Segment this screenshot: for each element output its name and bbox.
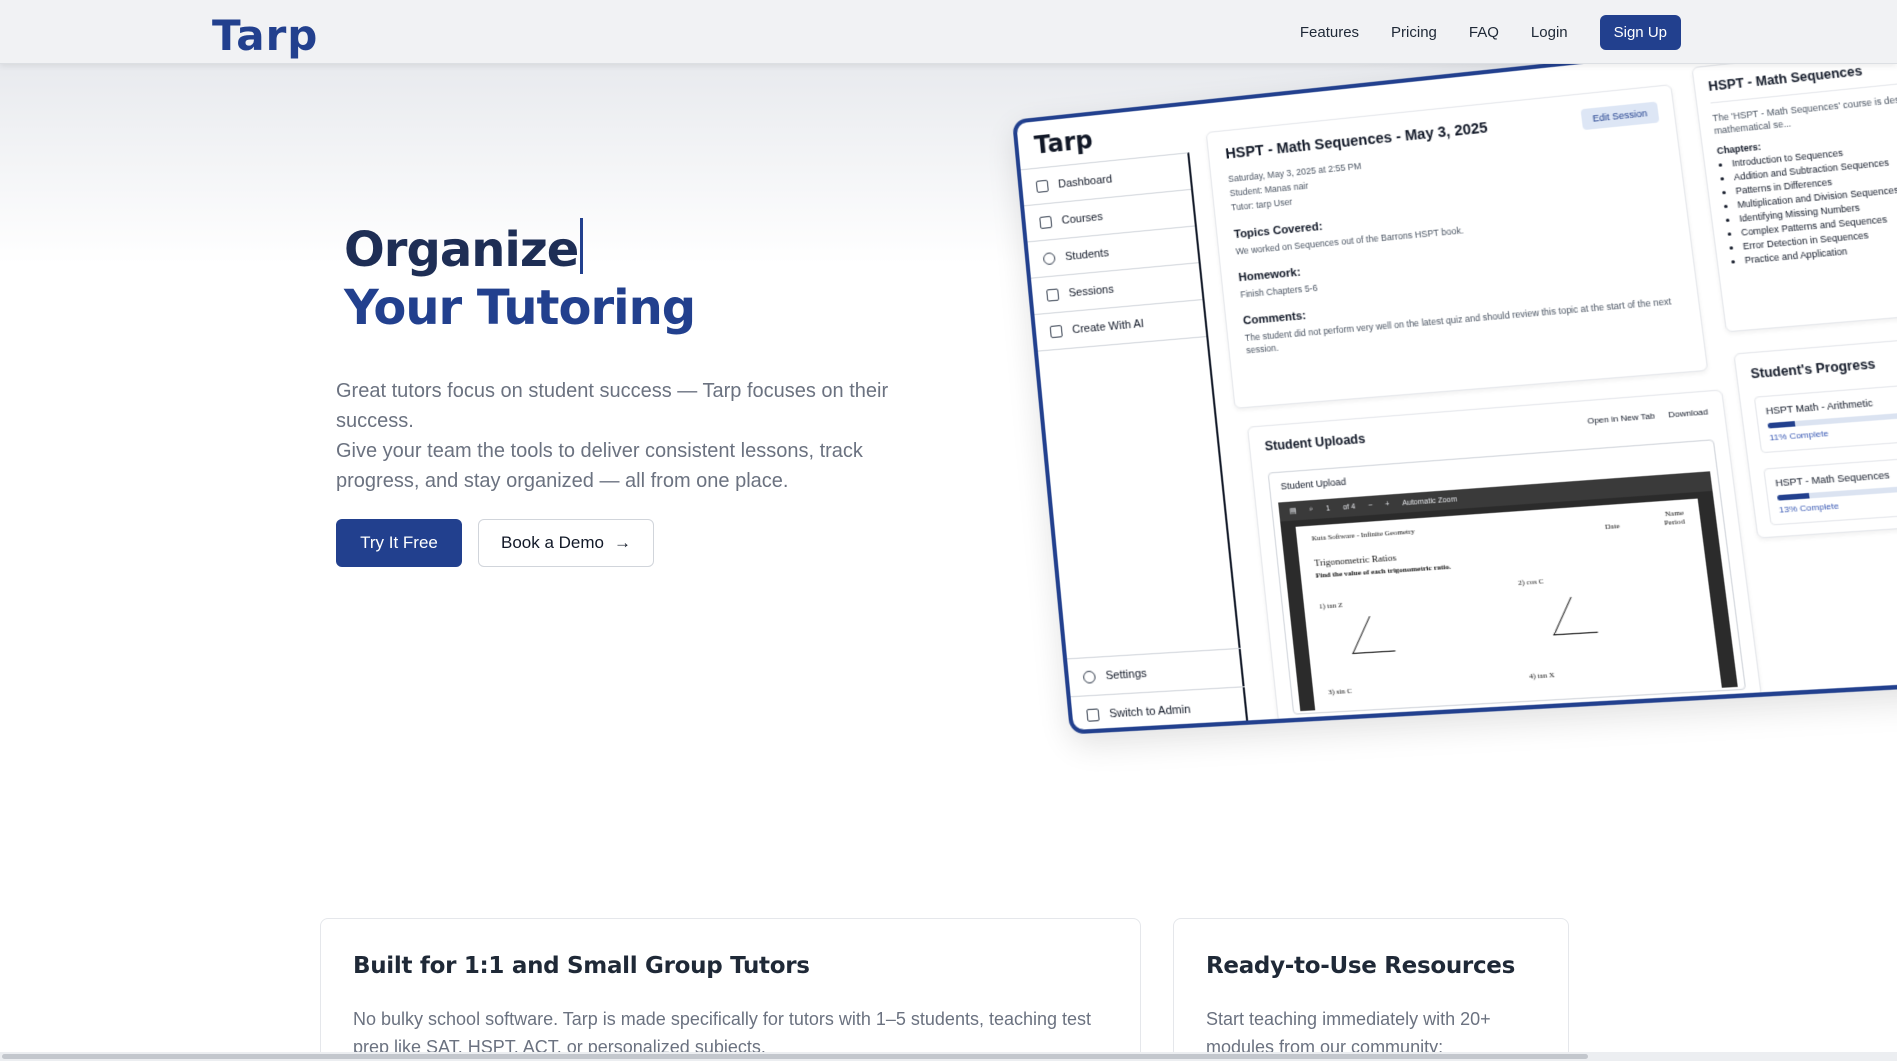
progress-course-name: HSPT Math - Arithmetic — [1765, 386, 1897, 416]
pdf-viewer: ▤ ⌕ 1 of 4 − + Automatic Zoom Kuta Softw… — [1278, 471, 1738, 711]
headline-line-2: Your Tutoring — [344, 279, 695, 337]
server-icon — [1086, 708, 1100, 721]
zoom-out-icon[interactable]: − — [1368, 502, 1373, 510]
arrow-right-icon: → — [614, 533, 631, 553]
feature-title: Built for 1:1 and Small Group Tutors — [353, 953, 1108, 979]
progress-item[interactable]: HSPT - Math Sequences 13% Complete — [1763, 449, 1897, 526]
calendar-icon — [1046, 288, 1059, 301]
app-sidebar: Dashboard Courses Students Sessions Crea… — [1021, 152, 1249, 734]
book-demo-button[interactable]: Book a Demo → — [478, 519, 654, 567]
hero-subtitle-line-2: Give your team the tools to deliver cons… — [336, 436, 936, 496]
sidebar-label: Students — [1065, 246, 1110, 262]
sidebar-label: Settings — [1105, 667, 1147, 682]
progress-item[interactable]: HSPT Math - Arithmetic 11% Complete — [1754, 376, 1897, 454]
upload-item: Student Upload ▤ ⌕ 1 of 4 − + Automatic … — [1268, 439, 1747, 715]
list-icon — [1039, 215, 1052, 228]
horizontal-scrollbar[interactable] — [0, 1052, 1897, 1061]
hero-subtitle: Great tutors focus on student success — … — [336, 376, 936, 496]
signup-button[interactable]: Sign Up — [1600, 15, 1681, 50]
app-screenshot-mockup: Tarp Dashboard Courses Students Sessions… — [1012, 4, 1897, 819]
sidebar-label: Dashboard — [1058, 173, 1113, 190]
book-demo-label: Book a Demo — [501, 533, 604, 553]
sidebar-toggle-icon[interactable]: ▤ — [1289, 507, 1297, 516]
student-uploads-card: Student Uploads Open in New Tab Download… — [1247, 389, 1762, 723]
chapter-list: Introduction to Sequences Addition and S… — [1731, 133, 1897, 268]
progress-fill — [1777, 493, 1810, 501]
session-card: HSPT - Math Sequences - May 3, 2025 Edit… — [1206, 84, 1709, 409]
feature-card-resources: Ready-to-Use Resources Start teaching im… — [1173, 918, 1569, 1061]
triangle-figure — [1352, 614, 1412, 654]
question-1: 1) tan Z — [1319, 601, 1343, 611]
sidebar-label: Switch to Admin — [1109, 703, 1191, 720]
zoom-select[interactable]: Automatic Zoom — [1402, 496, 1458, 507]
top-nav-bar: Tarp Features Pricing FAQ Login Sign Up — [0, 0, 1897, 64]
hero-subtitle-line-1: Great tutors focus on student success — … — [336, 376, 936, 436]
app-window: Tarp Dashboard Courses Students Sessions… — [1012, 9, 1897, 735]
users-icon — [1043, 252, 1056, 265]
text-caret — [580, 218, 583, 274]
pdf-page: Kuta Software - Infinite Geometry Name D… — [1296, 499, 1722, 711]
search-icon[interactable]: ⌕ — [1309, 505, 1314, 514]
triangle-figure — [1553, 594, 1615, 635]
question-4: 4) tan X — [1529, 671, 1555, 681]
page-number-input[interactable]: 1 — [1326, 505, 1331, 513]
nav-login-link[interactable]: Login — [1531, 24, 1568, 41]
progress-title: Student's Progress — [1750, 345, 1897, 382]
question-2: 2) cos C — [1518, 577, 1545, 587]
main-nav: Features Pricing FAQ Login Sign Up — [1300, 15, 1681, 50]
headline-line-1: Organize — [344, 222, 578, 278]
feature-card-tutors: Built for 1:1 and Small Group Tutors No … — [320, 918, 1141, 1061]
feature-title: Ready-to-Use Resources — [1206, 953, 1536, 979]
progress-fill — [1767, 421, 1795, 428]
nav-pricing-link[interactable]: Pricing — [1391, 24, 1437, 41]
worksheet-period-field: Period — [1664, 517, 1686, 527]
student-progress-card: Student's Progress HSPT Math - Arithmeti… — [1733, 329, 1897, 538]
progress-course-name: HSPT - Math Sequences — [1775, 460, 1897, 489]
robot-icon — [1050, 324, 1063, 337]
course-card: HSPT - Math Sequences The 'HSPT - Math S… — [1691, 37, 1897, 333]
sidebar-bottom: Settings Switch to Admin — [1067, 648, 1249, 734]
question-3: 3) sin C — [1328, 687, 1353, 697]
sidebar-label: Create With AI — [1072, 317, 1145, 336]
hero-headline: Organize Your Tutoring — [344, 218, 695, 337]
worksheet-date-field: Date — [1605, 522, 1621, 532]
scrollbar-thumb[interactable] — [2, 1054, 1588, 1059]
sidebar-label: Courses — [1061, 210, 1103, 226]
dashboard-icon — [1036, 179, 1049, 192]
try-it-free-button[interactable]: Try It Free — [336, 519, 462, 567]
sidebar-label: Sessions — [1068, 283, 1114, 299]
nav-features-link[interactable]: Features — [1300, 24, 1359, 41]
nav-faq-link[interactable]: FAQ — [1469, 24, 1499, 41]
app-logo: Tarp — [1033, 126, 1094, 160]
tarp-logo[interactable]: Tarp — [212, 14, 318, 58]
zoom-in-icon[interactable]: + — [1385, 500, 1390, 508]
edit-session-button[interactable]: Edit Session — [1580, 102, 1659, 131]
page-count: of 4 — [1342, 503, 1355, 511]
gear-icon — [1083, 670, 1096, 683]
